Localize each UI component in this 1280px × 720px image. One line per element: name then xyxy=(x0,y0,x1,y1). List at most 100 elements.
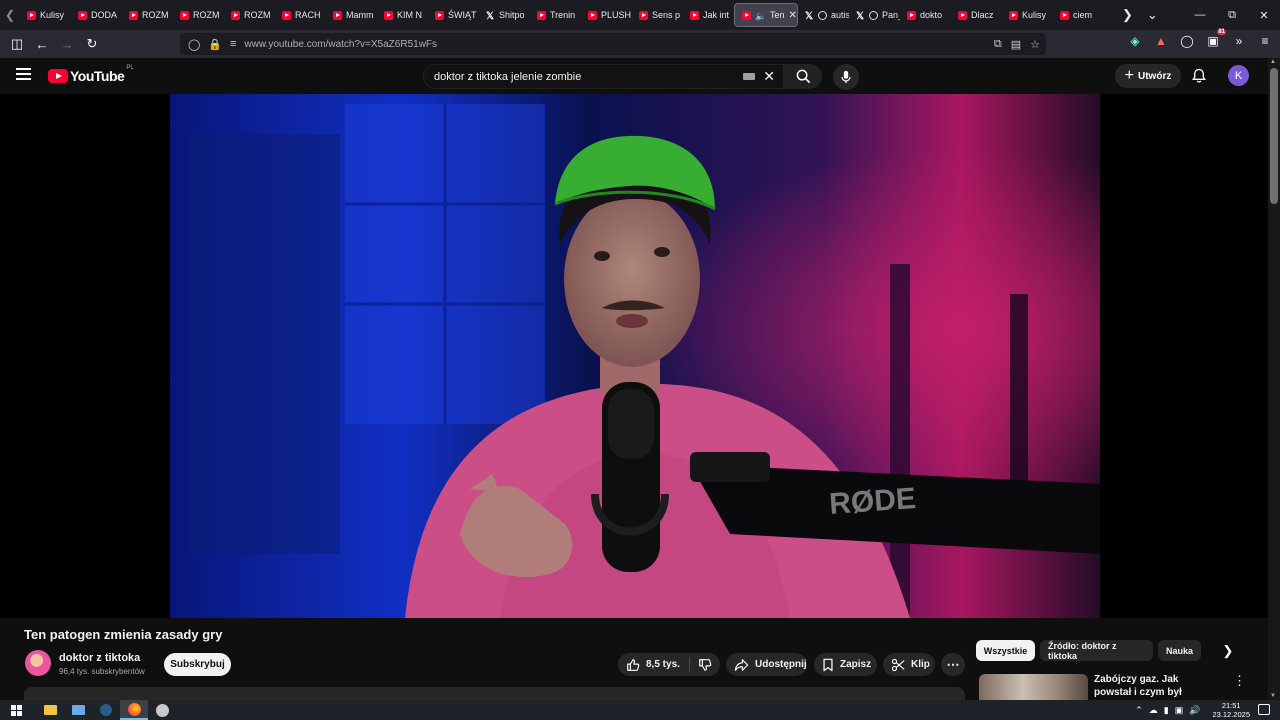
browser-tab[interactable]: KIM N xyxy=(377,3,428,27)
microphone-icon xyxy=(841,70,851,84)
notifications-bell-icon[interactable] xyxy=(1191,68,1207,84)
display-icon[interactable]: ▣ xyxy=(1175,705,1184,716)
browser-tab[interactable]: Kulisy xyxy=(1002,3,1053,27)
close-window-icon[interactable]: ✕ xyxy=(1248,0,1280,30)
reader-view-icon[interactable]: ▤ xyxy=(1011,38,1021,51)
browser-tab[interactable]: Dlacz xyxy=(951,3,1002,27)
browser-tab[interactable]: 𝕏 Shitpo xyxy=(479,3,530,27)
browser-tab[interactable]: Jak int xyxy=(683,3,734,27)
notification-center-icon[interactable] xyxy=(1258,704,1270,715)
like-count[interactable]: 8,5 tys. xyxy=(646,659,680,670)
youtube-logo[interactable]: YouTube PL xyxy=(48,65,134,84)
browser-tab[interactable]: ciem xyxy=(1053,3,1104,27)
overflow-chevron-icon[interactable]: » xyxy=(1232,34,1246,48)
app-icon[interactable] xyxy=(148,700,176,720)
speaker-icon[interactable]: 🔈 xyxy=(755,11,766,21)
share-button[interactable]: Udostępnij xyxy=(726,653,807,676)
scroll-down-icon[interactable]: ▼ xyxy=(1270,693,1276,699)
account-avatar[interactable]: K xyxy=(1228,65,1249,86)
windows-start-icon[interactable] xyxy=(0,700,32,720)
browser-tab[interactable]: Trenin xyxy=(530,3,581,27)
bookmark-icon xyxy=(823,658,833,671)
youtube-play-icon xyxy=(48,69,68,83)
chevron-right-icon[interactable]: ❯ xyxy=(1219,641,1237,661)
chip-source-channel[interactable]: Źródło: doktor z tiktoka xyxy=(1040,640,1153,661)
scrollbar-thumb[interactable] xyxy=(1270,68,1278,204)
video-player[interactable]: RØDE xyxy=(0,94,1268,618)
shield-icon[interactable]: ◯ xyxy=(188,38,200,51)
close-tab-icon[interactable]: ✕ xyxy=(789,10,797,21)
scroll-up-icon[interactable]: ▲ xyxy=(1270,59,1276,65)
forward-icon[interactable]: → xyxy=(55,32,79,56)
dislike-icon[interactable] xyxy=(698,658,712,672)
hamburger-menu-icon[interactable] xyxy=(16,68,31,80)
browser-tab[interactable]: DODA xyxy=(71,3,122,27)
list-all-tabs-icon[interactable]: ⌄ xyxy=(1147,7,1158,23)
firefox-icon[interactable] xyxy=(120,700,148,720)
like-icon[interactable] xyxy=(626,658,640,672)
channel-name[interactable]: doktor z tiktoka xyxy=(59,652,140,664)
tab-scroll-right-button[interactable]: ❯ xyxy=(1122,7,1133,23)
microphone-tray-icon[interactable]: ▮ xyxy=(1164,705,1169,716)
extensions-icon[interactable]: ◯ xyxy=(1180,34,1194,48)
browser-tab[interactable]: RACH xyxy=(275,3,326,27)
vpn-shield-icon[interactable]: ◈ xyxy=(1128,34,1142,48)
menu-icon[interactable]: ≡ xyxy=(1258,34,1272,48)
browser-nav-bar: ◫ ← → ↻ ◯ 🔒 ≡ www.youtube.com/watch?v=X5… xyxy=(0,29,1280,58)
browser-tab[interactable]: ROZM xyxy=(122,3,173,27)
browser-tab[interactable]: Kulisy xyxy=(20,3,71,27)
clip-button[interactable]: Klip xyxy=(883,653,935,676)
browser-tab[interactable]: 𝕏Pan_k xyxy=(849,3,900,27)
extension-badge-icon[interactable]: ▣ 81 xyxy=(1206,29,1226,48)
lock-icon[interactable]: 🔒 xyxy=(208,38,222,51)
recommendation-thumbnail[interactable] xyxy=(979,674,1088,700)
save-button[interactable]: Zapisz xyxy=(814,653,877,676)
browser-tab[interactable]: PLUSH xyxy=(581,3,632,27)
browser-tab[interactable]: ROZM xyxy=(173,3,224,27)
clear-search-icon[interactable]: ✕ xyxy=(763,68,775,85)
create-button[interactable]: + Utwórz xyxy=(1115,64,1181,88)
browser-tab[interactable]: 𝕏autist xyxy=(798,3,849,27)
voice-search-button[interactable] xyxy=(833,64,859,90)
description-box[interactable] xyxy=(24,687,965,700)
browser-tab[interactable]: Sens p xyxy=(632,3,683,27)
url-text[interactable]: www.youtube.com/watch?v=X5aZ6R51wFs xyxy=(244,39,437,50)
picture-in-picture-icon[interactable]: ⧉ xyxy=(994,38,1002,51)
video-frame[interactable]: RØDE xyxy=(170,94,1100,618)
keyboard-icon[interactable] xyxy=(743,73,755,80)
bookmark-star-icon[interactable]: ☆ xyxy=(1030,38,1040,51)
extension-fox-icon[interactable]: ▲ xyxy=(1154,34,1168,48)
tab-scroll-left-button[interactable]: ❮ xyxy=(0,0,20,30)
url-bar[interactable]: ◯ 🔒 ≡ www.youtube.com/watch?v=X5aZ6R51wF… xyxy=(180,33,1046,55)
browser-tab[interactable]: dokto xyxy=(900,3,951,27)
more-actions-button[interactable]: ⋯ xyxy=(941,653,965,676)
subscribe-button[interactable]: Subskrybuj xyxy=(164,653,231,676)
tray-expand-icon[interactable]: ⌃ xyxy=(1135,705,1143,716)
computer-app-icon[interactable] xyxy=(64,700,92,720)
chip-science[interactable]: Nauka xyxy=(1158,640,1201,661)
back-icon[interactable]: ← xyxy=(30,32,54,56)
page-scrollbar[interactable]: ▲ ▼ xyxy=(1268,58,1280,700)
recommendation-more-icon[interactable]: ⋮ xyxy=(1233,673,1246,689)
recommendation-title[interactable]: Zabójczy gaz. Jak powstał i czym był Cyk… xyxy=(1094,673,1216,700)
volume-icon[interactable]: 🔊 xyxy=(1189,705,1200,716)
browser-tab[interactable]: ROZM xyxy=(224,3,275,27)
reload-icon[interactable]: ↻ xyxy=(80,32,104,56)
search-input[interactable]: doktor z tiktoka jelenie zombie ✕ xyxy=(423,64,784,89)
browser-tab[interactable]: Mamm xyxy=(326,3,377,27)
browser-tab[interactable]: ŚWIĄT xyxy=(428,3,479,27)
chip-all[interactable]: Wszystkie xyxy=(976,640,1035,661)
more-horizontal-icon: ⋯ xyxy=(946,656,960,672)
permissions-icon[interactable]: ≡ xyxy=(230,38,236,50)
network-cloud-icon[interactable]: ☁ xyxy=(1149,705,1158,716)
sidebar-toggle-icon[interactable]: ◫ xyxy=(5,32,29,56)
file-explorer-icon[interactable] xyxy=(36,700,64,720)
clock[interactable]: 21:51 23.12.2025 xyxy=(1212,701,1250,719)
channel-avatar[interactable] xyxy=(25,650,51,676)
browser-tab-active[interactable]: 🔈 Ten ✕ xyxy=(734,3,798,27)
tab-list: Kulisy DODA ROZM ROZM ROZM RACH Mamm KIM… xyxy=(20,0,1118,30)
restore-icon[interactable]: ⧉ xyxy=(1216,0,1248,30)
steam-icon[interactable] xyxy=(92,700,120,720)
minimize-icon[interactable]: — xyxy=(1184,0,1216,30)
search-button[interactable] xyxy=(784,64,822,89)
